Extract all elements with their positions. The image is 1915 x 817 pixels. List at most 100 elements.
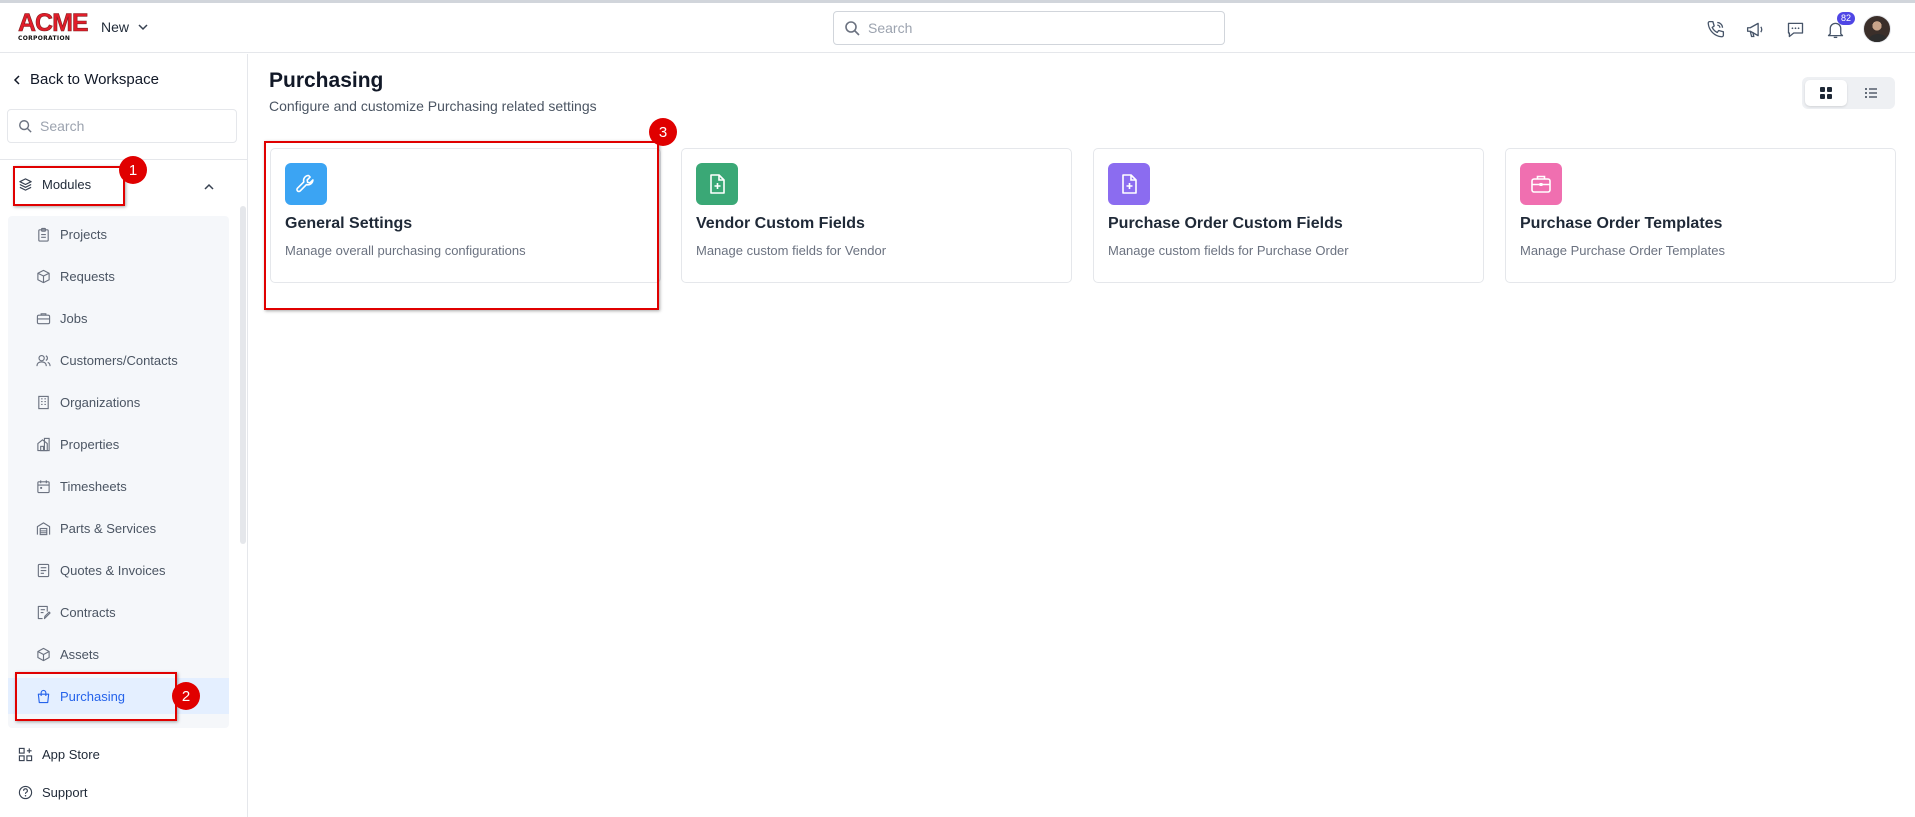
support-label: Support	[42, 785, 88, 800]
sidebar-item-assets[interactable]: Assets	[8, 636, 229, 672]
chat-bubble-icon	[1787, 22, 1803, 37]
sidebar-item-purchasing[interactable]: Purchasing	[8, 678, 229, 714]
sidebar-item-customers-contacts[interactable]: Customers/Contacts	[8, 342, 229, 378]
page-title: Purchasing	[269, 69, 384, 92]
sidebar-divider	[0, 159, 247, 160]
card-icon-bg	[285, 163, 327, 205]
settings-sidebar: Back to Workspace Modules Projects Reque…	[0, 54, 248, 817]
sidebar-item-label: Parts & Services	[60, 520, 157, 536]
global-search-input[interactable]	[868, 20, 1208, 36]
card-description: Manage Purchase Order Templates	[1520, 243, 1725, 258]
new-label: New	[101, 19, 130, 35]
shopping-bag-icon	[37, 689, 50, 703]
chevron-up-icon[interactable]	[202, 180, 216, 194]
sidebar-search[interactable]	[7, 109, 237, 143]
support-link[interactable]: Support	[18, 785, 88, 800]
phone-button[interactable]	[1703, 17, 1727, 41]
card-description: Manage custom fields for Purchase Order	[1108, 243, 1349, 258]
view-toggle	[1802, 77, 1895, 109]
sidebar-item-timesheets[interactable]: Timesheets	[8, 468, 229, 504]
sidebar-item-quotes-invoices[interactable]: Quotes & Invoices	[8, 552, 229, 588]
calendar-icon	[37, 479, 50, 493]
sidebar-item-label: Organizations	[60, 394, 141, 410]
acme-logo[interactable]: ACME CORPORATION	[18, 9, 89, 42]
card-description: Manage overall purchasing configurations	[285, 243, 526, 258]
search-icon	[19, 120, 32, 133]
file-plus-icon	[1122, 174, 1137, 194]
phone-icon	[1707, 20, 1724, 37]
sidebar-item-label: Jobs	[60, 310, 88, 326]
sidebar-item-label: Customers/Contacts	[60, 352, 178, 368]
building-icon	[38, 395, 49, 409]
grid-view-button[interactable]	[1805, 80, 1847, 106]
sidebar-item-properties[interactable]: Properties	[8, 426, 229, 462]
messages-button[interactable]	[1783, 17, 1807, 41]
card-icon-bg	[696, 163, 738, 205]
contract-icon	[37, 605, 51, 619]
sidebar-item-label: Quotes & Invoices	[60, 562, 166, 578]
apps-grid-icon	[18, 747, 33, 762]
app-store-label: App Store	[42, 747, 100, 762]
file-plus-icon	[710, 174, 725, 194]
card-general-settings[interactable]: General Settings Manage overall purchasi…	[270, 148, 661, 283]
global-search[interactable]	[833, 11, 1225, 45]
sidebar-item-label: Contracts	[60, 604, 116, 620]
sidebar-item-requests[interactable]: Requests	[8, 258, 229, 294]
invoice-icon	[37, 563, 50, 577]
cube-icon	[37, 647, 50, 661]
sidebar-item-projects[interactable]: Projects	[8, 216, 229, 252]
card-purchase-order-templates[interactable]: Purchase Order Templates Manage Purchase…	[1505, 148, 1896, 283]
sidebar-item-label: Timesheets	[60, 478, 127, 494]
header-actions: 82	[1703, 12, 1891, 43]
sidebar-search-input[interactable]	[40, 118, 230, 134]
briefcase-icon	[1531, 175, 1551, 193]
card-title: Vendor Custom Fields	[696, 215, 865, 232]
list-icon	[1865, 88, 1878, 98]
clipboard-icon	[38, 227, 49, 242]
modules-list: Projects Requests Jobs Customers/Contact…	[8, 216, 229, 728]
sidebar-item-label: Requests	[60, 268, 115, 284]
notifications-button[interactable]: 82	[1823, 12, 1855, 41]
card-purchase-order-custom-fields[interactable]: Purchase Order Custom Fields Manage cust…	[1093, 148, 1484, 283]
notification-badge: 82	[1836, 12, 1855, 25]
card-title: Purchase Order Custom Fields	[1108, 215, 1343, 232]
sidebar-item-jobs[interactable]: Jobs	[8, 300, 229, 336]
sidebar-scrollbar[interactable]	[240, 206, 246, 544]
chevron-down-icon	[138, 24, 148, 31]
briefcase-icon	[36, 312, 51, 324]
back-label: Back to Workspace	[30, 71, 159, 88]
sidebar-item-organizations[interactable]: Organizations	[8, 384, 229, 420]
layers-icon	[19, 178, 32, 191]
search-icon	[845, 21, 860, 36]
card-icon-bg	[1108, 163, 1150, 205]
card-description: Manage custom fields for Vendor	[696, 243, 887, 258]
card-title: Purchase Order Templates	[1520, 215, 1723, 232]
user-avatar[interactable]	[1863, 15, 1891, 43]
card-vendor-custom-fields[interactable]: Vendor Custom Fields Manage custom field…	[681, 148, 1072, 283]
sidebar-item-parts-services[interactable]: Parts & Services	[8, 510, 229, 546]
box-icon	[37, 269, 50, 283]
app-store-link[interactable]: App Store	[18, 747, 100, 762]
list-view-button[interactable]	[1851, 80, 1893, 106]
sidebar-item-label: Purchasing	[60, 688, 126, 704]
new-dropdown-button[interactable]: New	[101, 19, 149, 35]
sidebar-item-contracts[interactable]: Contracts	[8, 594, 229, 630]
announcements-button[interactable]	[1743, 17, 1767, 41]
top-header: ACME CORPORATION New 82	[0, 3, 1915, 53]
wrench-icon	[296, 174, 314, 193]
logo-text: ACME	[18, 9, 89, 37]
modules-section-toggle[interactable]: Modules	[18, 177, 91, 192]
users-icon	[36, 354, 51, 366]
warehouse-icon	[36, 521, 51, 535]
sidebar-item-label: Assets	[60, 646, 100, 662]
back-to-workspace-link[interactable]: Back to Workspace	[12, 71, 159, 88]
card-title: General Settings	[285, 215, 413, 232]
chevron-left-icon	[13, 74, 20, 85]
help-circle-icon	[18, 785, 33, 800]
grid-icon	[1819, 87, 1832, 99]
sidebar-item-label: Projects	[60, 226, 107, 242]
property-icon	[37, 437, 50, 451]
megaphone-icon	[1746, 22, 1762, 37]
card-icon-bg	[1520, 163, 1562, 205]
sidebar-item-label: Properties	[60, 436, 120, 452]
